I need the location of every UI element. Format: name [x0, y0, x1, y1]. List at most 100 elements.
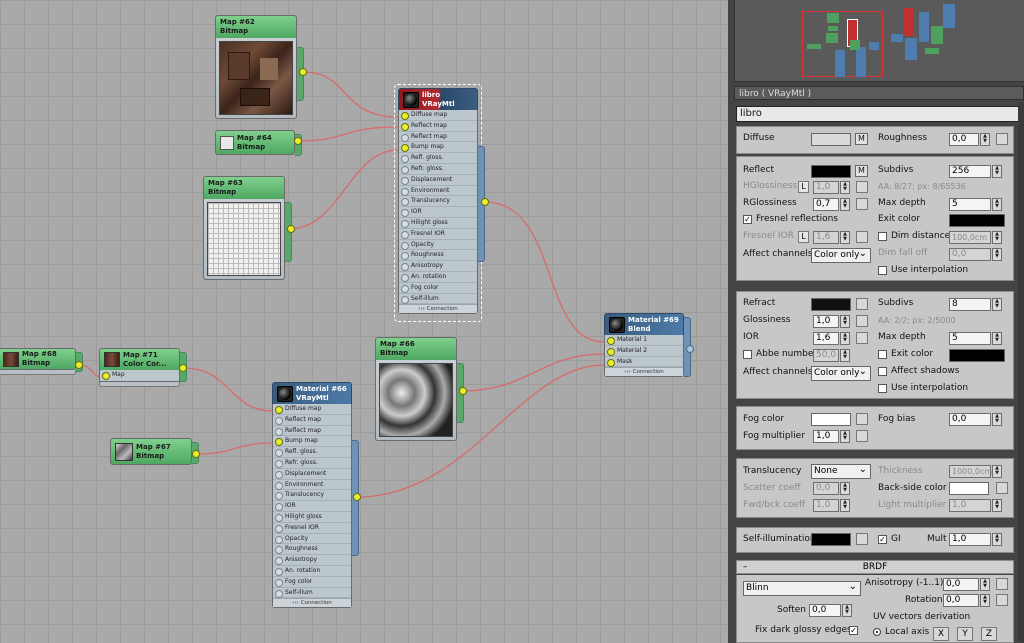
slot-self-illum[interactable]: Self-illum	[399, 294, 477, 305]
slot-an-rotation[interactable]: An. rotation	[273, 566, 351, 577]
slot-anisotropy[interactable]: Anisotropy	[399, 261, 477, 272]
refract-exit-color-swatch[interactable]	[949, 349, 1005, 362]
slot-displacement[interactable]: Displacement	[399, 175, 477, 186]
slot-bump-map[interactable]: Bump map	[273, 436, 351, 448]
fresnel-ior-map-button[interactable]	[856, 231, 868, 243]
ior-spinner[interactable]: 1,6 ▲ ▼	[813, 332, 850, 345]
fwd-bck-coeff-spinner[interactable]: 1,0 ▲ ▼	[813, 499, 850, 512]
slot-opacity[interactable]: Opacity	[399, 240, 477, 251]
output-socket[interactable]	[686, 345, 694, 353]
slot-material-2[interactable]: Material 2	[605, 346, 683, 357]
rotation-map-button[interactable]	[996, 594, 1008, 606]
soften-spinner[interactable]: 0,0 ▲ ▼	[809, 604, 852, 617]
refract-exit-color-checkbox[interactable]	[878, 350, 887, 359]
brdf-rollout-header[interactable]: – BRDF	[736, 560, 1014, 574]
diffuse-color-swatch[interactable]	[811, 133, 851, 146]
connection-bar[interactable]: ››› Connection	[605, 367, 683, 377]
translucency-dropdown[interactable]: None	[811, 463, 871, 479]
axis-y-button[interactable]: Y	[957, 627, 973, 641]
output-socket[interactable]	[75, 361, 83, 369]
refract-subdivs-spinner[interactable]: 8 ▲ ▼	[949, 298, 1002, 311]
material-name-field[interactable]: libro	[736, 106, 1020, 122]
slot-refl-gloss[interactable]: Refl. gloss.	[399, 153, 477, 164]
refract-max-depth-spinner[interactable]: 5 ▲ ▼	[949, 332, 1002, 345]
slot-fog-color[interactable]: Fog color	[399, 283, 477, 294]
node-map63[interactable]: Map #63 Bitmap	[203, 176, 295, 280]
slot-ior[interactable]: IOR	[399, 207, 477, 218]
node-map66[interactable]: Map #66 Bitmap	[375, 337, 467, 441]
reflect-exit-color-swatch[interactable]	[949, 214, 1005, 227]
ior-map-button[interactable]	[856, 332, 868, 344]
reflect-max-depth-spinner[interactable]: 5 ▲ ▼	[949, 198, 1002, 211]
reflect-color-swatch[interactable]	[811, 165, 851, 178]
slot-environment[interactable]: Environment	[399, 186, 477, 197]
axis-x-button[interactable]: X	[933, 627, 949, 641]
node-map68[interactable]: Map #68 Bitmap	[0, 348, 83, 375]
slot-material-1[interactable]: Material 1	[605, 335, 683, 346]
refract-map-button[interactable]	[856, 298, 868, 310]
slot-reflect-map-2[interactable]: Reflect map	[273, 426, 351, 437]
fog-multiplier-map-button[interactable]	[856, 430, 868, 442]
node-map64[interactable]: Map #64 Bitmap	[215, 130, 302, 156]
collapse-button[interactable]: –	[743, 561, 748, 573]
slot-map[interactable]: Map	[99, 370, 180, 382]
slot-translucency[interactable]: Translucency	[273, 490, 351, 502]
abbe-number-checkbox[interactable]	[743, 350, 752, 359]
reflect-use-interpolation-checkbox[interactable]	[878, 266, 887, 275]
connection-bar[interactable]: ››› Connection	[399, 304, 477, 314]
node-editor-canvas[interactable]: Map #62 Bitmap Map #64 Bitmap Map #63 Bi…	[0, 0, 728, 643]
reflect-subdivs-spinner[interactable]: 256 ▲ ▼	[949, 165, 1002, 178]
light-multiplier-spinner[interactable]: 1,0 ▲ ▼	[949, 499, 1002, 512]
self-illumination-map-button[interactable]	[856, 533, 868, 545]
axis-z-button[interactable]: Z	[981, 627, 997, 641]
self-illum-mult-spinner[interactable]: 1,0 ▲ ▼	[949, 533, 1002, 546]
slot-diffuse-map[interactable]: Diffuse map	[273, 404, 351, 415]
node-map71[interactable]: Map #71 Color Cor... Map	[99, 348, 187, 387]
refract-affect-channels-dropdown[interactable]: Color only	[811, 365, 871, 381]
node-map62[interactable]: Map #62 Bitmap	[215, 15, 307, 119]
slot-bump-map[interactable]: Bump map	[399, 142, 477, 154]
rglossiness-spinner[interactable]: 0,7 ▲ ▼	[813, 198, 850, 211]
slot-mask[interactable]: Mask	[605, 357, 683, 368]
back-side-color-map-button[interactable]	[996, 482, 1008, 494]
fresnel-ior-spinner[interactable]: 1,6 ▲ ▼	[813, 231, 850, 244]
reflect-map-button[interactable]: M	[855, 165, 868, 177]
roughness-map-button[interactable]	[996, 133, 1008, 145]
slot-an-rotation[interactable]: An. rotation	[399, 272, 477, 283]
panel-scrollbar[interactable]	[1018, 102, 1024, 642]
dim-falloff-spinner[interactable]: 0,0 ▲ ▼	[949, 248, 1002, 261]
slot-roughness[interactable]: Roughness	[399, 250, 477, 262]
rotation-spinner[interactable]: 0,0 ▲ ▼	[943, 594, 990, 607]
slot-reflect-map[interactable]: Reflect map	[399, 121, 477, 132]
output-socket[interactable]	[299, 68, 307, 76]
slot-refr-gloss[interactable]: Refr. gloss.	[273, 458, 351, 469]
output-socket[interactable]	[353, 493, 361, 501]
slot-displacement[interactable]: Displacement	[273, 469, 351, 480]
slot-ior[interactable]: IOR	[273, 501, 351, 512]
fog-bias-spinner[interactable]: 0,0 ▲ ▼	[949, 413, 1002, 426]
refract-color-swatch[interactable]	[811, 298, 851, 311]
slot-reflect-map[interactable]: Reflect map	[273, 415, 351, 426]
fog-color-map-button[interactable]	[856, 413, 868, 425]
rglossiness-map-button[interactable]	[856, 198, 868, 210]
slot-refr-gloss[interactable]: Refr. gloss.	[399, 164, 477, 175]
refract-glossiness-map-button[interactable]	[856, 315, 868, 327]
slot-roughness[interactable]: Roughness	[273, 544, 351, 556]
back-side-color-swatch[interactable]	[949, 482, 989, 495]
fog-color-swatch[interactable]	[811, 413, 851, 426]
abbe-number-spinner[interactable]: 50,0 ▲ ▼	[813, 349, 850, 362]
scatter-coeff-spinner[interactable]: 0,0 ▲ ▼	[813, 482, 850, 495]
slot-self-illum[interactable]: Self-illum	[273, 588, 351, 599]
slot-fog-color[interactable]: Fog color	[273, 577, 351, 588]
fog-multiplier-spinner[interactable]: 1,0 ▲ ▼	[813, 430, 850, 443]
slot-fresnel-ior[interactable]: Fresnel IOR	[273, 523, 351, 534]
slot-anisotropy[interactable]: Anisotropy	[273, 555, 351, 566]
fresnel-reflections-checkbox[interactable]: ✓	[743, 215, 752, 224]
roughness-spinner[interactable]: 0,0 ▲ ▼	[949, 133, 990, 146]
hglossiness-lock-button[interactable]: L	[798, 181, 809, 193]
output-socket[interactable]	[179, 364, 187, 372]
slot-hilight-gloss[interactable]: Hilight gloss	[273, 512, 351, 523]
refract-use-interpolation-checkbox[interactable]	[878, 384, 887, 393]
dim-distance-spinner[interactable]: 100,0cm ▲ ▼	[949, 231, 1002, 244]
connection-bar[interactable]: ››› Connection	[273, 598, 351, 608]
